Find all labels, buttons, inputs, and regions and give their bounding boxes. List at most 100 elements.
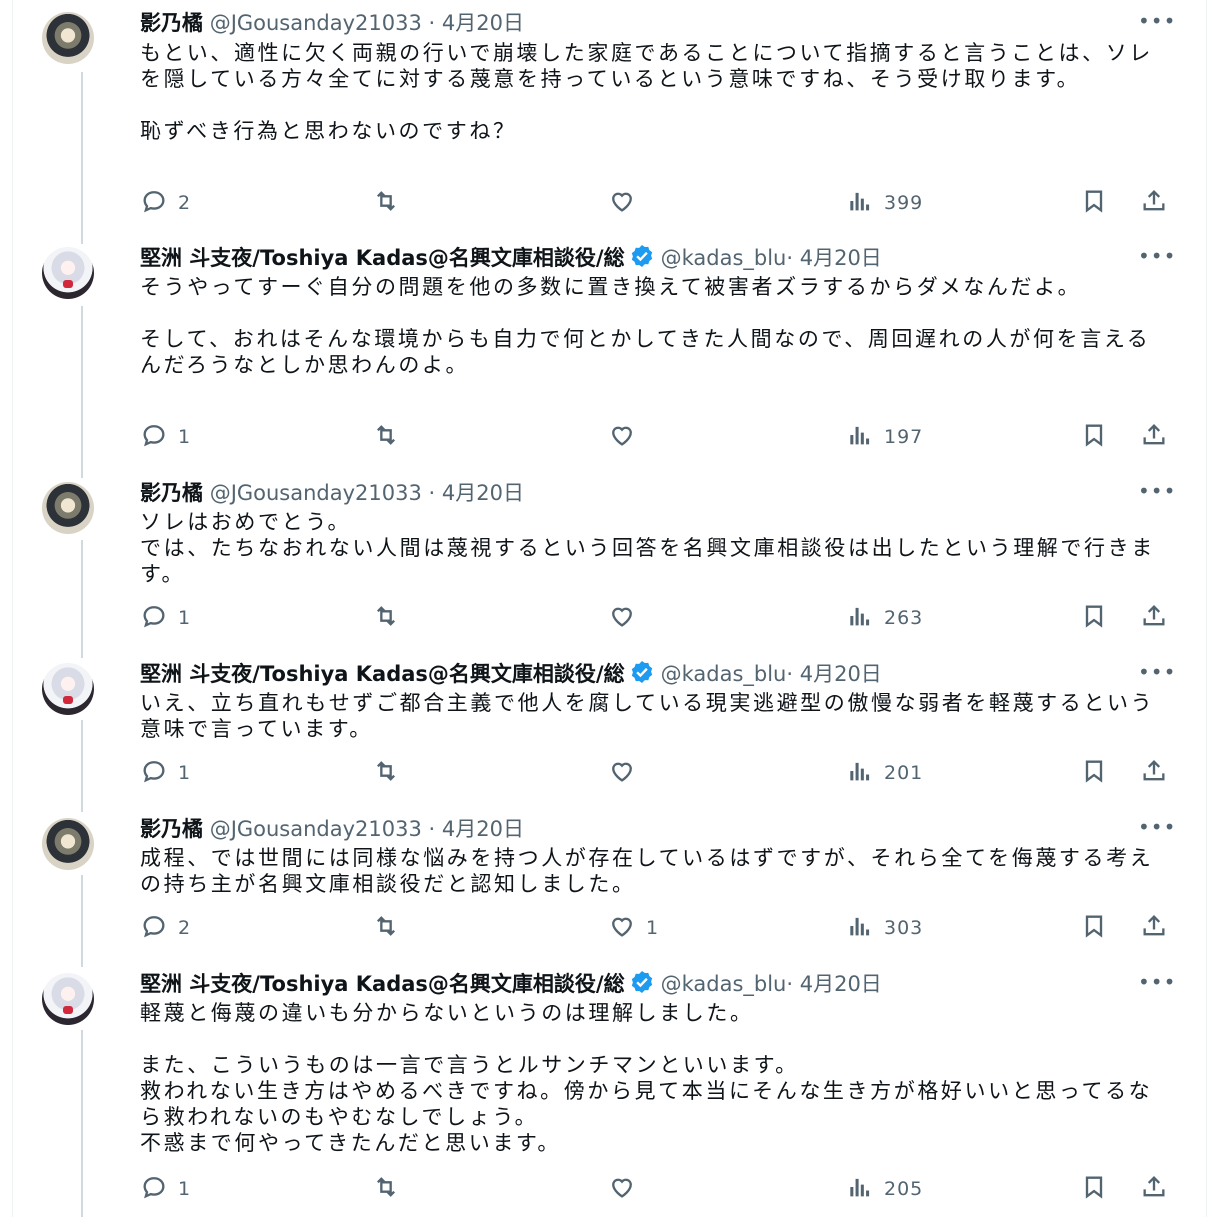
retweet-button[interactable] <box>372 913 410 943</box>
tweet-date[interactable]: 4月20日 <box>442 481 524 505</box>
reply-button[interactable]: 1 <box>140 758 191 788</box>
reply-count: 2 <box>178 192 192 214</box>
more-horizontal-icon[interactable]: ••• <box>1138 8 1175 38</box>
like-button[interactable] <box>608 758 646 788</box>
avatar-kadas[interactable] <box>42 247 94 299</box>
reply-icon <box>140 912 168 945</box>
tweet-text: ソレはおめでとう。 では、たちなおれない人間は蔑視するという回答を名興文庫相談役… <box>140 510 1155 586</box>
more-horizontal-icon[interactable]: ••• <box>1138 659 1175 689</box>
reply-button[interactable]: 1 <box>140 422 191 452</box>
user-handle[interactable]: @kadas_blu <box>661 662 787 686</box>
share-button[interactable] <box>1140 603 1168 633</box>
display-name[interactable]: 影乃橘 <box>140 11 203 35</box>
more-horizontal-icon[interactable]: ••• <box>1138 478 1175 508</box>
tweet-actions: 1 201 <box>140 758 1180 788</box>
separator-dot: · <box>421 817 442 841</box>
views-button[interactable]: 205 <box>846 1174 923 1204</box>
separator-dot: · <box>786 972 800 996</box>
reply-icon <box>140 757 168 790</box>
tweet-date[interactable]: 4月20日 <box>442 11 524 35</box>
retweet-button[interactable] <box>372 1174 410 1204</box>
bookmark-icon <box>1080 421 1108 454</box>
views-button[interactable]: 197 <box>846 422 923 452</box>
like-button[interactable] <box>608 422 646 452</box>
share-button[interactable] <box>1140 913 1168 943</box>
reply-button[interactable]: 1 <box>140 1174 191 1204</box>
retweet-icon <box>372 1173 400 1206</box>
views-button[interactable]: 201 <box>846 758 923 788</box>
thread-line <box>81 720 83 812</box>
reply-button[interactable]: 1 <box>140 603 191 633</box>
views-icon <box>846 1173 874 1206</box>
tweet-actions: 1 263 <box>140 603 1180 633</box>
tweet-date[interactable]: 4月20日 <box>800 662 882 686</box>
view-count: 197 <box>884 426 924 448</box>
tweet-header: 堅洲 斗支夜/Toshiya Kadas@名興文庫相談役/総 @kadas_blu… <box>140 243 1130 273</box>
share-button[interactable] <box>1140 1174 1168 1204</box>
verified-badge-icon <box>629 243 655 273</box>
display-name[interactable]: 影乃橘 <box>140 817 203 841</box>
share-button[interactable] <box>1140 758 1168 788</box>
avatar-kageno[interactable] <box>42 818 94 870</box>
like-button[interactable] <box>608 603 646 633</box>
user-handle[interactable]: @kadas_blu <box>661 972 787 996</box>
verified-badge-icon <box>629 659 655 689</box>
avatar-kadas[interactable] <box>42 973 94 1025</box>
bookmark-button[interactable] <box>1080 422 1108 452</box>
avatar-kadas[interactable] <box>42 663 94 715</box>
like-button[interactable] <box>608 1174 646 1204</box>
share-icon <box>1140 602 1168 635</box>
display-name[interactable]: 影乃橘 <box>140 481 203 505</box>
verified-badge-icon <box>629 969 655 999</box>
bookmark-button[interactable] <box>1080 188 1108 218</box>
tweet-date[interactable]: 4月20日 <box>800 972 882 996</box>
retweet-button[interactable] <box>372 758 410 788</box>
more-horizontal-icon[interactable]: ••• <box>1138 243 1175 273</box>
like-button[interactable]: 1 <box>608 913 659 943</box>
user-handle[interactable]: @JGousanday21033 <box>210 11 422 35</box>
share-button[interactable] <box>1140 422 1168 452</box>
user-handle[interactable]: @kadas_blu <box>661 246 787 270</box>
bookmark-icon <box>1080 187 1108 220</box>
views-button[interactable]: 399 <box>846 188 923 218</box>
display-name[interactable]: 堅洲 斗支夜/Toshiya Kadas@名興文庫相談役/総 <box>140 972 625 996</box>
tweet-text: そうやってすーぐ自分の問題を他の多数に置き換えて被害者ズラするからダメなんだよ。… <box>140 275 1151 377</box>
display-name[interactable]: 堅洲 斗支夜/Toshiya Kadas@名興文庫相談役/総 <box>140 246 625 270</box>
reply-button[interactable]: 2 <box>140 188 191 218</box>
views-icon <box>846 187 874 220</box>
reply-icon <box>140 602 168 635</box>
share-button[interactable] <box>1140 188 1168 218</box>
tweet-actions: 2 1 303 <box>140 913 1180 943</box>
avatar-kageno[interactable] <box>42 482 94 534</box>
separator-dot: · <box>786 662 800 686</box>
more-horizontal-icon[interactable]: ••• <box>1138 969 1175 999</box>
view-count: 205 <box>884 1178 924 1200</box>
user-handle[interactable]: @JGousanday21033 <box>210 817 422 841</box>
display-name[interactable]: 堅洲 斗支夜/Toshiya Kadas@名興文庫相談役/総 <box>140 662 625 686</box>
tweet-date[interactable]: 4月20日 <box>800 246 882 270</box>
tweet-header: 影乃橘 @JGousanday21033 · 4月20日 <box>140 814 1130 844</box>
tweet-date[interactable]: 4月20日 <box>442 817 524 841</box>
retweet-button[interactable] <box>372 603 410 633</box>
bookmark-button[interactable] <box>1080 758 1108 788</box>
like-button[interactable] <box>608 188 646 218</box>
more-horizontal-icon[interactable]: ••• <box>1138 814 1175 844</box>
retweet-icon <box>372 912 400 945</box>
bookmark-button[interactable] <box>1080 603 1108 633</box>
retweet-button[interactable] <box>372 422 410 452</box>
user-handle[interactable]: @JGousanday21033 <box>210 481 422 505</box>
reply-count: 1 <box>178 762 192 784</box>
bookmark-button[interactable] <box>1080 1174 1108 1204</box>
like-icon <box>608 757 636 790</box>
reply-button[interactable]: 2 <box>140 913 191 943</box>
avatar-kageno[interactable] <box>42 12 94 64</box>
like-icon <box>608 912 636 945</box>
tweet-text: 成程、では世間には同様な悩みを持つ人が存在しているはずですが、それら全てを侮蔑す… <box>140 846 1154 896</box>
reply-icon <box>140 187 168 220</box>
bookmark-icon <box>1080 912 1108 945</box>
views-icon <box>846 602 874 635</box>
views-button[interactable]: 263 <box>846 603 923 633</box>
bookmark-button[interactable] <box>1080 913 1108 943</box>
views-button[interactable]: 303 <box>846 913 923 943</box>
retweet-button[interactable] <box>372 188 410 218</box>
